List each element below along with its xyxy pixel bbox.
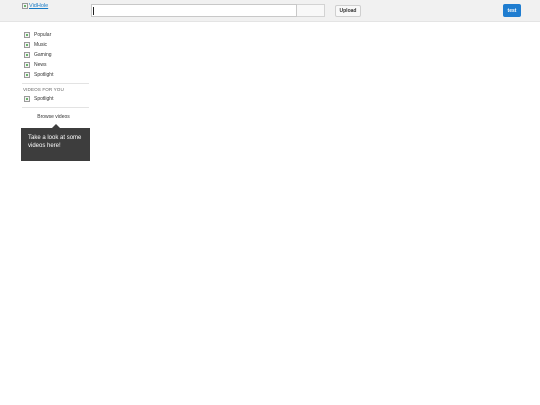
- sidebar: Popular Music Gaming News Spotlight VIDE…: [22, 30, 89, 120]
- search-input[interactable]: [91, 4, 297, 17]
- gaming-icon: [24, 52, 30, 58]
- sidebar-item-label: Popular: [34, 32, 52, 38]
- upload-button[interactable]: Upload: [335, 5, 361, 17]
- sidebar-item-label: Spotlight: [34, 96, 54, 102]
- search-bar: [91, 4, 325, 17]
- top-header: VidHole Upload test: [0, 0, 540, 22]
- music-icon: [24, 42, 30, 48]
- search-button[interactable]: [297, 4, 325, 17]
- sidebar-item-label: Music: [34, 42, 48, 48]
- spotlight-icon: [24, 96, 30, 102]
- sidebar-item-label: Gaming: [34, 52, 52, 58]
- sidebar-item-gaming[interactable]: Gaming: [22, 50, 89, 60]
- logo-link[interactable]: VidHole: [22, 3, 48, 9]
- tooltip-text: Take a look at some videos here!: [28, 135, 82, 149]
- logo-alt-text: VidHole: [29, 3, 49, 9]
- browse-videos-link[interactable]: Browse videos: [22, 114, 89, 120]
- sidebar-item-label: News: [34, 62, 47, 68]
- onboarding-tooltip: Take a look at some videos here!: [21, 124, 90, 161]
- sidebar-item-music[interactable]: Music: [22, 40, 89, 50]
- section-title-videos-for-you: VIDEOS FOR YOU: [23, 87, 64, 92]
- sidebar-item-personal-spotlight[interactable]: Spotlight: [22, 94, 89, 104]
- user-account-button[interactable]: test: [503, 4, 521, 17]
- news-icon: [24, 62, 30, 68]
- text-caret: [93, 7, 94, 15]
- sidebar-item-spotlight[interactable]: Spotlight: [22, 70, 89, 80]
- sidebar-item-news[interactable]: News: [22, 60, 89, 70]
- sidebar-divider: [22, 83, 89, 84]
- popular-icon: [24, 32, 30, 38]
- logo-broken-image-icon: [22, 3, 28, 9]
- sidebar-divider: [22, 107, 89, 108]
- sidebar-item-popular[interactable]: Popular: [22, 30, 89, 40]
- spotlight-icon: [24, 72, 30, 78]
- sidebar-item-label: Spotlight: [34, 72, 54, 78]
